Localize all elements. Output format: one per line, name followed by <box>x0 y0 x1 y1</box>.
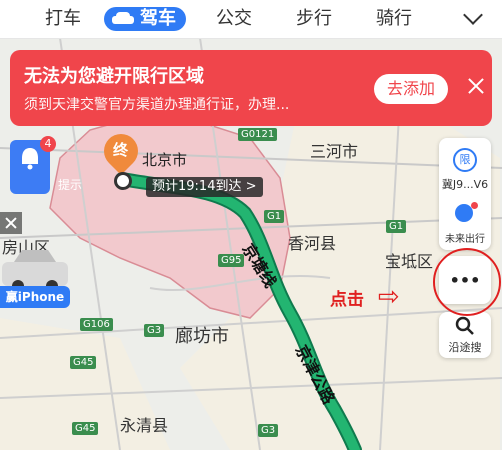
tab-drive-label: 驾车 <box>140 8 176 29</box>
place-label-langfang: 廊坊市 <box>175 326 229 347</box>
road-badge: G45 <box>72 422 99 435</box>
future-trip-label[interactable]: 未来出行 <box>439 230 491 245</box>
road-badge: G95 <box>218 254 245 267</box>
annotation-circle <box>433 248 501 316</box>
road-badge: G3 <box>144 324 165 337</box>
notice-button[interactable]: 4 提示 <box>10 136 82 194</box>
car-icon <box>112 12 134 26</box>
tab-drive[interactable]: 驾车 <box>104 7 186 31</box>
tab-taxi[interactable]: 打车 <box>45 7 81 31</box>
click-annotation: 点击 ⇨ <box>330 282 400 312</box>
plate-label[interactable]: 冀J9...V6 <box>439 176 491 192</box>
restriction-banner: 无法为您避开限行区域 须到天津交警官方渠道办理通行证，办理... 去添加 <box>10 50 492 126</box>
annotation-text: 点击 <box>330 290 364 310</box>
eta-bubble[interactable]: 预计19:14到达 > <box>146 177 263 197</box>
ad-banner[interactable]: 赢iPhone <box>0 212 70 308</box>
ad-label: 赢iPhone <box>0 286 70 308</box>
search-along-label: 沿途搜 <box>448 341 482 354</box>
restriction-icon[interactable]: 限 <box>453 148 477 172</box>
place-label-yongqing: 永清县 <box>120 416 169 435</box>
destination-dot <box>114 172 132 190</box>
banner-subtitle: 须到天津交警官方渠道办理通行证，办理... <box>24 97 290 113</box>
close-icon[interactable] <box>0 212 22 234</box>
road-badge: G1 <box>386 220 407 233</box>
end-marker-label: 终 <box>113 141 129 159</box>
add-button[interactable]: 去添加 <box>374 74 448 104</box>
notice-badge: 4 <box>40 136 56 152</box>
road-badge: G0121 <box>238 128 278 141</box>
search-icon <box>455 316 474 335</box>
tab-walk[interactable]: 步行 <box>296 7 332 31</box>
road-badge: G1 <box>264 210 285 223</box>
road-badge: G106 <box>80 318 113 331</box>
route-options-card: 限 冀J9...V6 未来出行 <box>439 138 491 250</box>
arrow-right-icon: ⇨ <box>377 282 400 312</box>
close-icon[interactable] <box>466 76 486 96</box>
place-label-beijing: 北京市 <box>142 151 188 169</box>
red-dot <box>471 202 478 209</box>
place-label-xianghe: 香河县 <box>288 234 337 253</box>
notice-label: 提示 <box>57 178 82 192</box>
transport-mode-bar: 打车 驾车 公交 步行 骑行 <box>0 0 502 39</box>
road-badge: G45 <box>70 356 97 369</box>
place-label-sanhe: 三河市 <box>310 142 359 161</box>
search-along-card[interactable]: 沿途搜 <box>439 312 491 358</box>
tab-transit[interactable]: 公交 <box>216 7 252 31</box>
banner-title: 无法为您避开限行区域 <box>24 66 204 87</box>
chevron-down-icon[interactable] <box>463 5 483 25</box>
place-label-baodi: 宝坻区 <box>385 252 434 271</box>
tab-bike[interactable]: 骑行 <box>376 7 412 31</box>
road-badge: G3 <box>258 424 279 437</box>
